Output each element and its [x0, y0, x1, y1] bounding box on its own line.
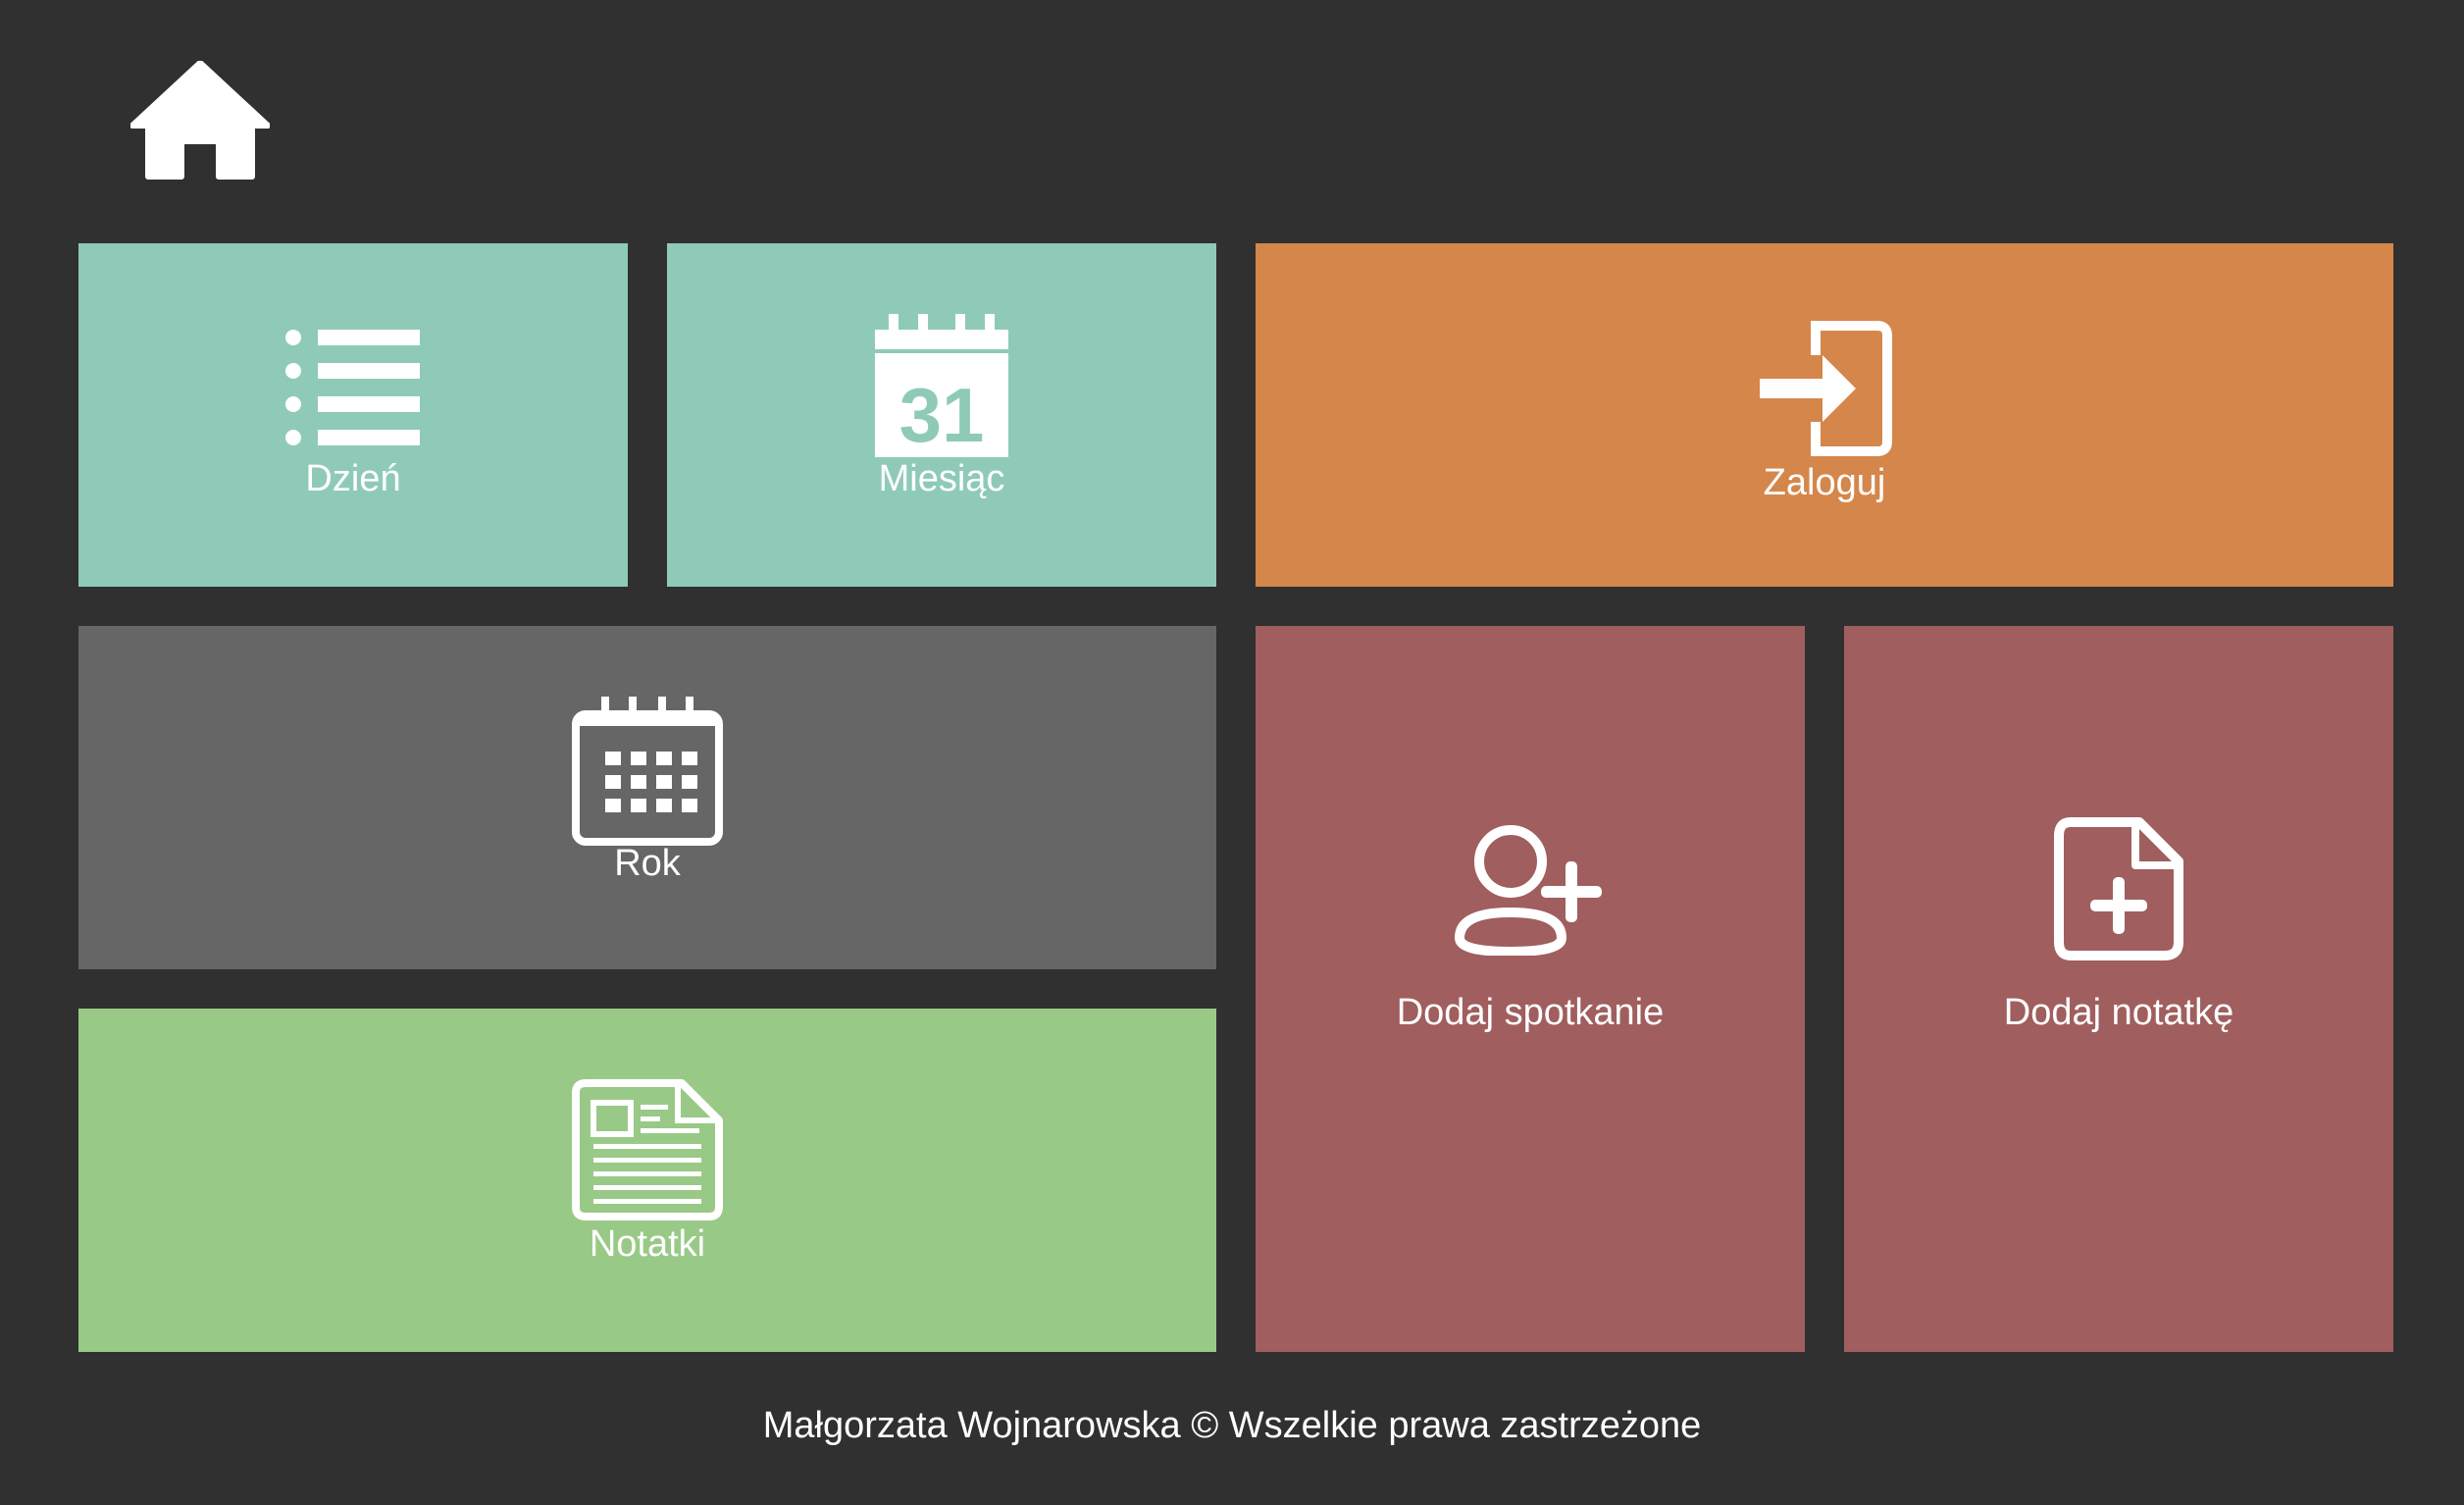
- newspaper-icon: [572, 1079, 723, 1220]
- user-plus-icon: [1455, 825, 1602, 956]
- tile-add-note[interactable]: Dodaj notatkę: [1844, 626, 2393, 1352]
- calendar-day-number: 31: [899, 372, 985, 458]
- list-icon: [285, 330, 420, 445]
- tile-year-label: Rok: [614, 843, 681, 884]
- tile-month[interactable]: 31 Miesiąc: [667, 243, 1216, 587]
- sign-in-icon: [1760, 321, 1892, 456]
- home-icon-graphic: [130, 61, 270, 180]
- file-plus-icon: [2054, 817, 2183, 960]
- home-icon[interactable]: [130, 61, 270, 184]
- dashboard-page: Dzień 31 Miesiąc Zaloguj Rok Notatki Dod…: [0, 0, 2464, 1505]
- tile-day[interactable]: Dzień: [78, 243, 628, 587]
- tile-day-label: Dzień: [305, 458, 401, 499]
- tile-add-meeting-label: Dodaj spotkanie: [1396, 992, 1665, 1033]
- tile-add-note-label: Dodaj notatkę: [2003, 992, 2234, 1033]
- tile-month-label: Miesiąc: [878, 458, 1005, 499]
- footer-copyright: Małgorzata Wojnarowska © Wszelkie prawa …: [762, 1405, 1702, 1446]
- tile-notes-label: Notatki: [589, 1223, 706, 1265]
- tile-add-meeting[interactable]: Dodaj spotkanie: [1256, 626, 1805, 1352]
- calendar-31-icon: 31: [875, 314, 1008, 458]
- calendar-grid-icon: [572, 697, 723, 846]
- tile-login-label: Zaloguj: [1763, 462, 1886, 503]
- tile-login[interactable]: Zaloguj: [1256, 243, 2393, 587]
- tile-notes[interactable]: Notatki: [78, 1009, 1216, 1352]
- tile-year[interactable]: Rok: [78, 626, 1216, 969]
